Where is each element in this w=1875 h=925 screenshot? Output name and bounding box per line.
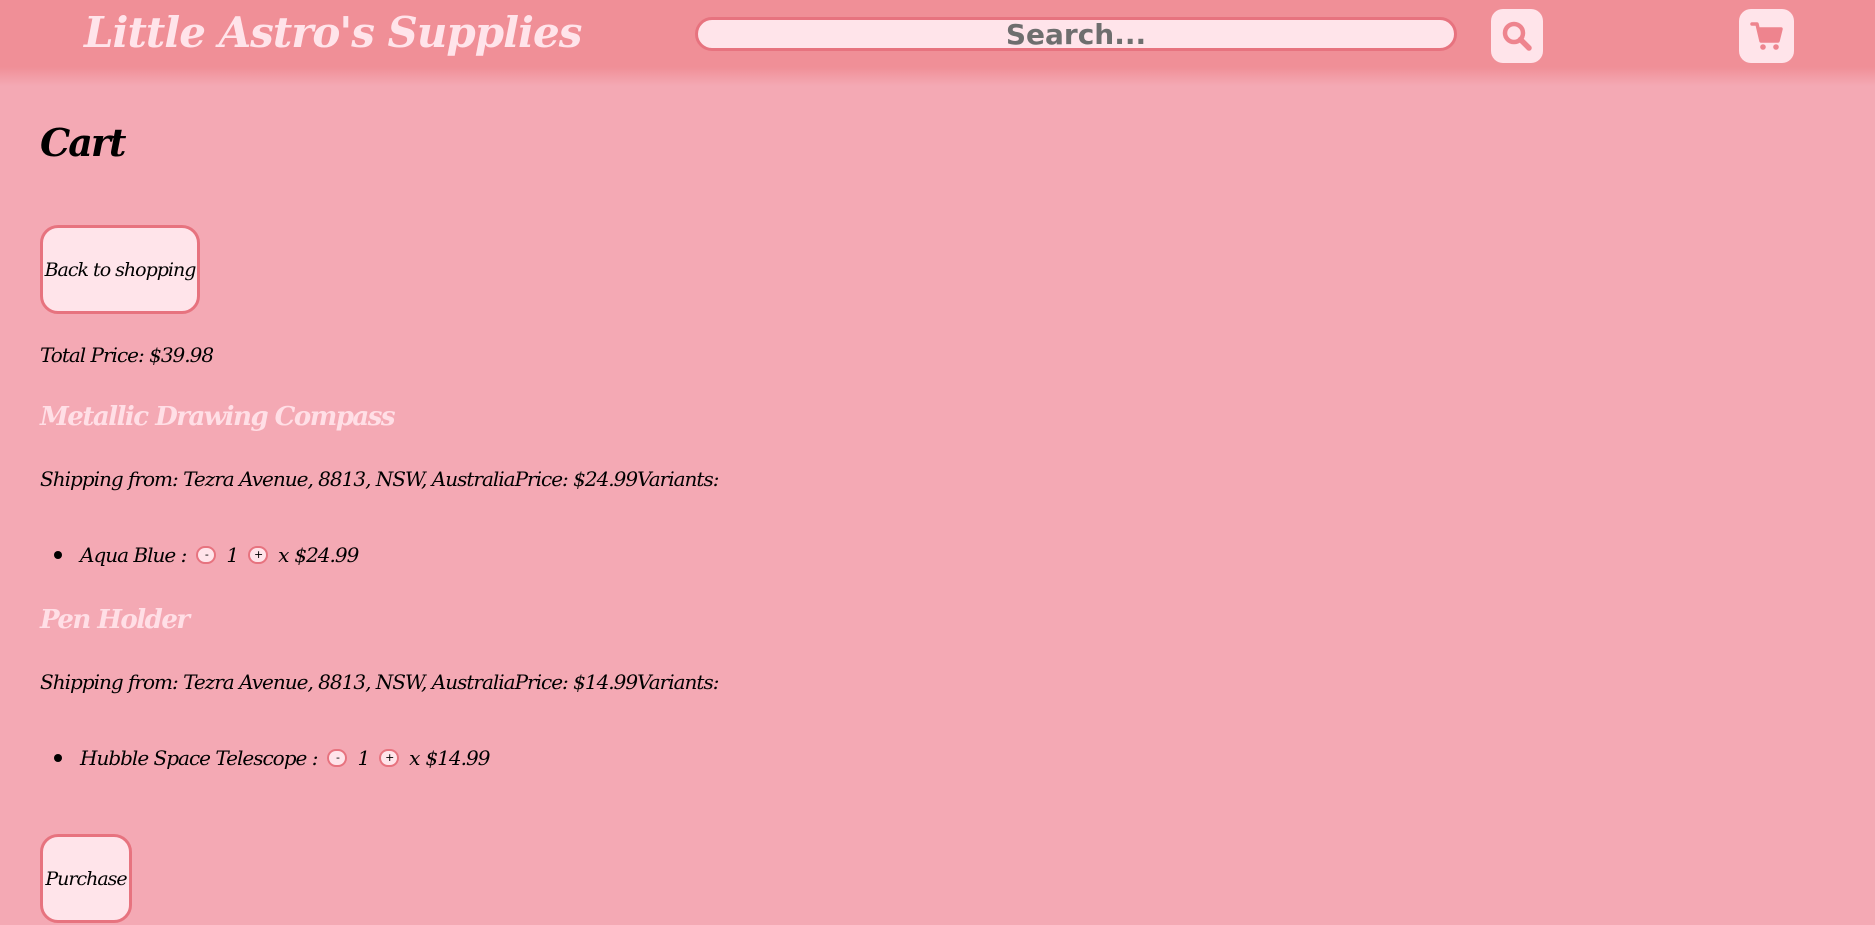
list-bullet [54, 551, 62, 559]
search-icon [1502, 21, 1532, 51]
variant-label: Hubble Space Telescope : [80, 746, 318, 770]
quantity-value: 1 [226, 543, 239, 567]
shopping-cart-icon [1749, 22, 1783, 50]
product-details: Shipping from: Tezra Avenue, 8813, NSW, … [40, 670, 719, 694]
variant-price: $14.99 [425, 746, 490, 770]
total-price: Total Price: $39.98 [40, 343, 214, 367]
product-details: Shipping from: Tezra Avenue, 8813, NSW, … [40, 467, 719, 491]
page-title: Cart [40, 120, 126, 165]
product-name[interactable]: Metallic Drawing Compass [40, 402, 396, 432]
list-bullet [54, 754, 62, 762]
variant-item: Hubble Space Telescope : - 1 + x $14.99 [54, 746, 490, 770]
increase-quantity-button[interactable]: + [248, 546, 269, 564]
total-price-label: Total Price: [40, 343, 145, 367]
variant-label: Aqua Blue : [80, 543, 187, 567]
decrease-quantity-button[interactable]: - [196, 546, 217, 564]
total-price-value: $39.98 [149, 343, 214, 367]
variant-price: $24.99 [294, 543, 359, 567]
times-sign: x [278, 543, 289, 567]
increase-quantity-button[interactable]: + [379, 749, 400, 767]
site-header: Little Astro's Supplies [0, 0, 1875, 86]
product-name[interactable]: Pen Holder [40, 605, 190, 635]
times-sign: x [409, 746, 420, 770]
cart-button[interactable] [1739, 9, 1794, 63]
back-to-shopping-button[interactable]: Back to shopping [40, 225, 200, 314]
decrease-quantity-button[interactable]: - [327, 749, 348, 767]
quantity-value: 1 [357, 746, 370, 770]
search-button[interactable] [1491, 9, 1543, 63]
purchase-button[interactable]: Purchase [40, 834, 132, 923]
site-logo-text[interactable]: Little Astro's Supplies [84, 8, 582, 57]
variant-item: Aqua Blue : - 1 + x $24.99 [54, 543, 359, 567]
search-input[interactable] [695, 17, 1457, 51]
